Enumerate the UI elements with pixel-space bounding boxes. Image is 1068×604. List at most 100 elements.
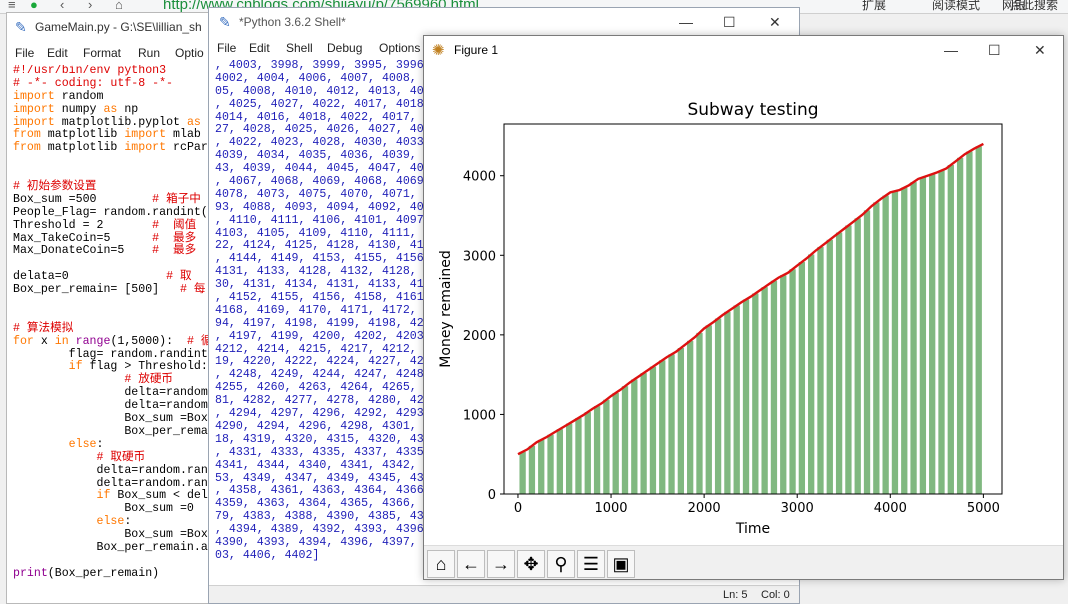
figure-maximize-button[interactable]: ☐ [988,42,1001,59]
code-token: Max_TakeCoin=5 [13,231,153,245]
code-token: print [13,566,48,580]
pan-icon[interactable]: ✥ [517,550,545,578]
editor-menu-run[interactable]: Run [138,46,160,60]
shell-minimize-button[interactable]: — [679,14,693,30]
shell-titlebar[interactable]: ✎ *Python 3.6.2 Shell* — ☐ ✕ [209,8,799,38]
bar [798,262,806,494]
code-token: flag > Threshold: [82,360,208,374]
browser-forward-icon[interactable]: › [88,0,92,12]
home-icon[interactable]: ⌂ [427,550,455,578]
browser-home-icon[interactable]: ⌂ [115,0,123,12]
bar [547,434,554,494]
shell-output-line: , 4025, 4027, 4022, 4017, 4018 [215,97,424,111]
browser-reader-mode[interactable]: 阅读模式 [932,0,980,13]
shell-menu-shell[interactable]: Shell [286,41,313,55]
configure-subplots-icon[interactable]: ☰ [577,550,605,578]
figure-toolbar: ⌂ ← → ✥ ⚲ ☰ ▣ [424,545,1063,579]
bar [817,246,824,494]
code-token: Box_per_remain= [500] [13,283,180,297]
browser-search[interactable]: 点此搜索 [1010,0,1058,13]
bar [770,280,778,494]
browser-menu-icon[interactable]: ≡ [8,0,16,12]
y-axis-label: Money remained [438,250,454,367]
code-token: # 每 [179,283,206,297]
bar [780,275,787,494]
code-token: import [124,128,167,142]
chart-svg: 0 1000 2000 3000 4000 5000 0 1000 2000 3000 4000 Su… [438,100,1003,537]
shell-output-line: 93, 4088, 4093, 4094, 4092, 40 [215,200,424,214]
bar [956,157,964,494]
code-token: for [13,334,34,348]
figure-titlebar[interactable]: ✺ Figure 1 — ☐ ✕ [424,36,1063,66]
code-token: # -*- coding: utf-8 -*- [13,76,174,90]
shell-menu-options[interactable]: Options [379,41,420,55]
figure-close-button[interactable]: ✕ [1034,42,1046,59]
editor-menu-format[interactable]: Format [83,46,121,60]
code-token: (1,5000): [110,334,187,348]
browser-back-icon[interactable]: ‹ [60,0,64,12]
code-token: if [68,360,83,374]
shell-menu-edit[interactable]: Edit [249,41,270,55]
code-token: (Box_per_remain) [47,566,160,580]
editor-menu-options[interactable]: Optio [175,46,204,60]
x-tick-label: 2000 [688,501,721,516]
code-token: as [186,115,201,129]
shell-output-line: , 4152, 4155, 4156, 4158, 4161 [215,291,424,305]
code-editor-area[interactable]: #!/usr/bin/env python3 # -*- coding: utf-… [13,65,219,601]
code-token: if [96,489,111,503]
code-line: Box_per_remain= [500] # 每 [13,283,219,297]
shell-output-line: 03, 4406, 4402] [215,548,320,562]
code-token: : [124,515,132,529]
shell-menu-file[interactable]: File [217,41,236,55]
browser-extension-button[interactable]: 扩展 [862,0,886,13]
code-token: People_Flag= random.randint( [13,205,208,219]
shell-output-line: , 4067, 4068, 4069, 4068, 4069 [215,175,424,189]
bar [556,429,564,494]
editor-window: ✎ GameMain.py - G:\SE\lillian_sh File Ed… [6,12,220,604]
figure-window: ✺ Figure 1 — ☐ ✕ 0 1000 2000 3000 4000 5000 0 1… [423,35,1064,580]
x-tick-label: 5000 [967,501,1000,516]
forward-arrow-icon[interactable]: → [487,550,515,578]
code-line: Box_per_remain.a [13,541,219,555]
bar [714,318,722,494]
shell-output-line: 94, 4197, 4198, 4199, 4198, 42 [215,316,424,330]
bar [612,392,619,494]
shell-menu-debug[interactable]: Debug [327,41,362,55]
back-arrow-icon[interactable]: ← [457,550,485,578]
shell-output-area[interactable]: , 4003, 3998, 3999, 3995, 3996 4002, 4004… [215,60,425,580]
bar [966,151,973,495]
code-token: delta=random.ran [13,476,208,490]
shell-maximize-button[interactable]: ☐ [723,14,736,31]
zoom-icon[interactable]: ⚲ [547,550,575,578]
editor-titlebar[interactable]: ✎ GameMain.py - G:\SE\lillian_sh [7,13,219,43]
code-token: Threshold = 2 [13,218,153,232]
editor-menubar: File Edit Format Run Optio [7,43,219,63]
python-file-icon: ✎ [15,19,27,35]
code-token: Box_sum =Box [13,412,208,426]
figure-minimize-button[interactable]: — [944,42,958,58]
code-token: matplotlib [40,141,125,155]
figure-canvas[interactable]: 0 1000 2000 3000 4000 5000 0 1000 2000 3000 4000 Su… [424,66,1063,545]
bar [910,182,917,494]
editor-menu-edit[interactable]: Edit [47,46,68,60]
shell-output-line: 18, 4319, 4320, 4315, 4320, 43 [215,432,424,446]
code-token: # 最多 [152,244,197,258]
bar [854,218,861,494]
code-token: else [68,437,97,451]
bar [677,347,685,494]
editor-menu-file[interactable]: File [15,46,34,60]
bar [919,177,927,494]
bar [687,340,694,494]
code-token: delta=random [13,386,208,400]
save-icon[interactable]: ▣ [607,550,635,578]
code-token: delta=random [13,399,208,413]
shell-close-button[interactable]: ✕ [769,14,781,31]
bar [668,354,675,494]
code-token: as [103,102,118,116]
bar [584,412,591,494]
